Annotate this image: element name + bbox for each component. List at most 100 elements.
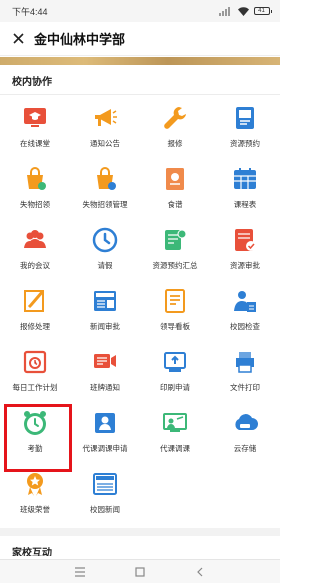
reservation-summary-icon — [161, 226, 189, 254]
home-button[interactable] — [130, 562, 150, 582]
app-tile[interactable]: 报修 — [140, 99, 210, 160]
dashboard-icon — [161, 287, 189, 315]
app-tile[interactable]: 资源预约汇总 — [140, 221, 210, 282]
clock-icon — [91, 226, 119, 254]
app-tile[interactable]: 失物招领管理 — [70, 160, 140, 221]
battery-level: 41 — [258, 8, 265, 14]
lost-found-icon — [21, 165, 49, 193]
close-button[interactable] — [10, 31, 26, 47]
app-tile[interactable]: 食谱 — [140, 160, 210, 221]
substitute-request-icon — [91, 409, 119, 437]
system-nav-bar — [0, 559, 280, 583]
meeting-icon — [21, 226, 49, 254]
app-tile[interactable]: 资源审批 — [210, 221, 280, 282]
app-tile-label: 班级荣誉 — [20, 505, 50, 514]
app-tile-label: 考勤 — [27, 444, 43, 453]
app-tile[interactable]: 文件打印 — [210, 343, 280, 404]
status-bar: 下午4:44 41 — [0, 0, 280, 22]
app-tile-label: 每日工作计划 — [12, 383, 58, 392]
repair-handle-icon — [21, 287, 49, 315]
app-tile-label: 印刷申请 — [160, 383, 190, 392]
section-gap — [0, 528, 280, 536]
wrench-icon — [161, 104, 189, 132]
app-tile-label: 报修 — [167, 139, 183, 148]
app-tile[interactable]: 班级荣誉 — [0, 465, 70, 526]
app-tile[interactable]: 印刷申请 — [140, 343, 210, 404]
app-tile[interactable]: 班牌通知 — [70, 343, 140, 404]
substitute-icon — [161, 409, 189, 437]
app-tile-label: 我的会议 — [20, 261, 50, 270]
cloud-icon — [231, 409, 259, 437]
back-icon — [197, 567, 203, 576]
status-icons: 41 — [218, 6, 272, 16]
news-approve-icon — [91, 287, 119, 315]
app-tile-label: 课程表 — [233, 200, 257, 209]
resource-approve-icon — [231, 226, 259, 254]
campus-news-icon — [91, 470, 119, 498]
timetable-icon — [231, 165, 259, 193]
app-tile[interactable]: 新闻审批 — [70, 282, 140, 343]
recipe-icon — [161, 165, 189, 193]
battery-icon: 41 — [253, 7, 272, 15]
file-print-icon — [231, 348, 259, 376]
app-tile[interactable]: 通知公告 — [70, 99, 140, 160]
print-request-icon — [161, 348, 189, 376]
app-tile-label: 校园检查 — [230, 322, 260, 331]
app-tile[interactable]: 我的会议 — [0, 221, 70, 282]
app-tile-label: 食谱 — [167, 200, 183, 209]
app-tile-label: 领导看板 — [160, 322, 190, 331]
section-title-home-school: 家校互动 — [12, 548, 52, 556]
status-time: 下午4:44 — [12, 6, 48, 17]
app-tile[interactable]: 代课调课申请 — [70, 404, 140, 465]
app-tile[interactable]: 每日工作计划 — [0, 343, 70, 404]
app-grid: 在线课堂 通知公告 报修 资源预约失物招领 失物招领管理 食谱 课程表我的会议 请假 资源预约汇… — [0, 99, 280, 526]
app-tile-label: 在线课堂 — [20, 139, 50, 148]
attendance-clock-icon — [21, 409, 49, 437]
app-tile[interactable]: 资源预约 — [210, 99, 280, 160]
app-tile-label: 资源预约汇总 — [152, 261, 198, 270]
app-tile[interactable]: 在线课堂 — [0, 99, 70, 160]
app-tile[interactable]: 校园新闻 — [70, 465, 140, 526]
divider — [0, 94, 280, 95]
app-tile[interactable]: 云存储 — [210, 404, 280, 465]
app-tile-label: 失物招领 — [20, 200, 50, 209]
lost-found-manage-icon — [91, 165, 119, 193]
megaphone-icon — [91, 104, 119, 132]
app-tile[interactable]: 请假 — [70, 221, 140, 282]
app-tile[interactable]: 代课调课 — [140, 404, 210, 465]
banner-image — [0, 57, 280, 65]
reservation-icon — [231, 104, 259, 132]
app-tile-label: 资源预约 — [230, 139, 260, 148]
app-tile-label: 请假 — [97, 261, 113, 270]
app-tile-label: 校园新闻 — [90, 505, 120, 514]
app-tile[interactable]: 校园检查 — [210, 282, 280, 343]
app-tile-label: 班牌通知 — [90, 383, 120, 392]
app-tile-label: 云存储 — [233, 444, 257, 453]
app-tile-label: 新闻审批 — [90, 322, 120, 331]
menu-icon — [75, 566, 85, 577]
work-plan-icon — [21, 348, 49, 376]
class-notice-icon — [91, 348, 119, 376]
app-tile[interactable]: 失物招领 — [0, 160, 70, 221]
close-icon — [12, 33, 24, 44]
app-tile[interactable]: 考勤 — [0, 404, 72, 472]
signal-icon — [218, 6, 230, 16]
online-class-icon — [21, 104, 49, 132]
app-tile-label: 失物招领管理 — [82, 200, 128, 209]
honor-icon — [21, 470, 49, 498]
app-tile[interactable]: 课程表 — [210, 160, 280, 221]
app-tile-label: 代课调课 — [160, 444, 190, 453]
app-tile-label: 通知公告 — [90, 139, 120, 148]
home-square-icon — [135, 566, 145, 577]
app-tile-label: 文件打印 — [230, 383, 260, 392]
wifi-icon — [237, 6, 249, 16]
app-tile-label: 代课调课申请 — [82, 444, 128, 453]
app-tile[interactable]: 报修处理 — [0, 282, 70, 343]
campus-check-icon — [231, 287, 259, 315]
app-tile[interactable]: 领导看板 — [140, 282, 210, 343]
back-button[interactable] — [190, 562, 210, 582]
menu-button[interactable] — [70, 562, 90, 582]
title-bar: 金中仙林中学部 — [0, 22, 280, 56]
page-title: 金中仙林中学部 — [34, 32, 126, 47]
app-tile-label: 报修处理 — [20, 322, 50, 331]
